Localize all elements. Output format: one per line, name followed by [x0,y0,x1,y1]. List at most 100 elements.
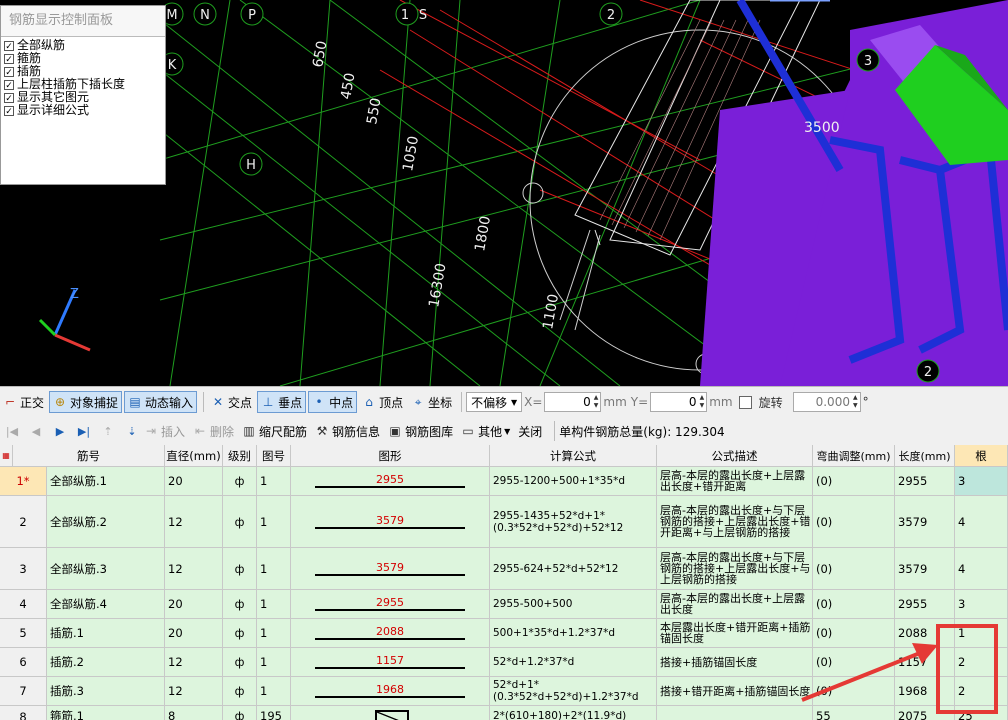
figure-number-cell[interactable]: 1 [257,648,291,677]
checkbox-checked-icon[interactable]: ✓ [4,92,14,104]
header-length[interactable]: 长度(mm) [895,445,955,467]
diameter-cell[interactable]: 12 [165,677,223,706]
count-cell[interactable]: 4 [955,548,1008,590]
x-offset-input[interactable]: 0 ▲ ▼ [544,392,602,412]
diameter-cell[interactable]: 12 [165,496,223,548]
bend-adjust-cell[interactable]: (0) [813,648,895,677]
rotate-checkbox[interactable] [738,395,752,409]
length-cell[interactable]: 3579 [895,496,955,548]
header-grade[interactable]: 级别 [223,445,257,467]
row-index[interactable]: 1* [0,467,47,496]
header-formula[interactable]: 计算公式 [490,445,657,467]
description-cell[interactable]: 层高-本层的露出长度+上层露出长度 [657,590,813,619]
count-cell[interactable]: 3 [955,467,1008,496]
intersection-snap-button[interactable]: ✕ 交点 [208,391,255,413]
diameter-cell[interactable]: 12 [165,648,223,677]
diameter-cell[interactable]: 12 [165,548,223,590]
close-button[interactable]: 关闭 [518,423,542,440]
spinner-icon[interactable]: ▲ ▼ [700,394,705,410]
shape-cell[interactable]: 2955 [291,590,490,619]
other-menu-button[interactable]: ▭ 其他 ▼ [461,423,510,440]
figure-number-cell[interactable]: 1 [257,467,291,496]
bar-number-cell[interactable]: 全部纵筋.1 [47,467,165,496]
row-index[interactable]: 5 [0,619,47,648]
midpoint-snap-button[interactable]: • 中点 [308,391,358,413]
grade-cell[interactable]: ф [223,590,257,619]
description-cell[interactable]: 本层露出长度+错开距离+插筋锚固长度 [657,619,813,648]
checkbox-checked-icon[interactable]: ✓ [4,66,14,78]
length-cell[interactable]: 2955 [895,467,955,496]
header-shape[interactable]: 图形 [291,445,490,467]
bend-adjust-cell[interactable]: (0) [813,677,895,706]
figure-number-cell[interactable]: 195 [257,706,291,720]
row-index[interactable]: 6 [0,648,47,677]
rebar-library-button[interactable]: ▣ 钢筋图库 [388,423,453,440]
row-index[interactable]: 7 [0,677,47,706]
checkbox-checked-icon[interactable]: ✓ [4,40,14,52]
delete-button[interactable]: ⇤ 删除 [193,423,234,440]
3d-viewport[interactable]: M N P 1 S 2 H 3 2 K 650 450 550 1050 180… [0,0,1008,386]
shape-cell[interactable] [291,706,490,720]
description-cell[interactable]: 层高-本层的露出长度+与下层钢筋的搭接+上层露出长度+与上层钢筋的搭接 [657,548,813,590]
ortho-button[interactable]: ⌐ 正交 [0,391,47,413]
row-index[interactable]: 2 [0,496,47,548]
header-bar-number[interactable]: 筋号 [13,445,165,467]
first-record-icon[interactable]: |◀ [5,425,19,438]
bar-number-cell[interactable]: 全部纵筋.4 [47,590,165,619]
header-figure-number[interactable]: 图号 [257,445,291,467]
header-diameter[interactable]: 直径(mm) [165,445,223,467]
bend-adjust-cell[interactable]: 55 [813,706,895,720]
formula-cell[interactable]: 2955-1435+52*d+1*(0.3*52*d+52*d)+52*12 [490,496,657,548]
grade-cell[interactable]: ф [223,677,257,706]
shape-cell[interactable]: 2955 [291,467,490,496]
header-description[interactable]: 公式描述 [657,445,813,467]
bar-number-cell[interactable]: 全部纵筋.3 [47,548,165,590]
rebar-info-button[interactable]: ⚒ 钢筋信息 [315,423,380,440]
figure-number-cell[interactable]: 1 [257,548,291,590]
header-bend-adjust[interactable]: 弯曲调整(mm) [813,445,895,467]
count-cell[interactable]: 4 [955,496,1008,548]
diameter-cell[interactable]: 20 [165,590,223,619]
figure-number-cell[interactable]: 1 [257,590,291,619]
description-cell[interactable]: 层高-本层的露出长度+上层露出长度+错开距离 [657,467,813,496]
bar-number-cell[interactable]: 插筋.3 [47,677,165,706]
formula-cell[interactable]: 52*d+1*(0.3*52*d+52*d)+1.2*37*d [490,677,657,706]
grade-cell[interactable]: ф [223,648,257,677]
checkbox-checked-icon[interactable]: ✓ [4,79,14,91]
perpendicular-snap-button[interactable]: ⊥ 垂点 [257,391,307,413]
description-cell[interactable]: 搭接+插筋锚固长度 [657,648,813,677]
move-down-icon[interactable]: ⇣ [125,425,139,438]
grade-cell[interactable]: ф [223,706,257,720]
bend-adjust-cell[interactable]: (0) [813,496,895,548]
bar-number-cell[interactable]: 插筋.2 [47,648,165,677]
row-index[interactable]: 4 [0,590,47,619]
scale-rebar-button[interactable]: ▥ 缩尺配筋 [242,423,307,440]
diameter-cell[interactable]: 20 [165,619,223,648]
object-snap-button[interactable]: ⊕ 对象捕捉 [49,391,123,413]
bar-number-cell[interactable]: 箍筋.1 [47,706,165,720]
insert-button[interactable]: ⇥ 插入 [144,423,185,440]
figure-number-cell[interactable]: 1 [257,619,291,648]
vertex-snap-button[interactable]: ⌂ 顶点 [359,391,406,413]
count-cell[interactable]: 3 [955,590,1008,619]
checkbox-checked-icon[interactable]: ✓ [4,105,14,117]
shape-cell[interactable]: 2088 [291,619,490,648]
option-show-detailed-formula[interactable]: ✓ 显示详细公式 [1,104,165,117]
formula-cell[interactable]: 2955-500+500 [490,590,657,619]
bend-adjust-cell[interactable]: (0) [813,619,895,648]
description-cell[interactable]: 层高-本层的露出长度+与下层钢筋的搭接+上层露出长度+错开距离+与上层钢筋的搭接 [657,496,813,548]
y-offset-input[interactable]: 0 ▲ ▼ [650,392,708,412]
grade-cell[interactable]: ф [223,619,257,648]
bend-adjust-cell[interactable]: (0) [813,467,895,496]
move-up-icon[interactable]: ⇡ [101,425,115,438]
shape-cell[interactable]: 1157 [291,648,490,677]
diameter-cell[interactable]: 20 [165,467,223,496]
grade-cell[interactable]: ф [223,496,257,548]
header-count[interactable]: 根 [955,445,1008,467]
dynamic-input-button[interactable]: ▤ 动态输入 [124,391,198,413]
spinner-icon[interactable]: ▲ ▼ [594,394,599,410]
grade-cell[interactable]: ф [223,548,257,590]
formula-cell[interactable]: 2*(610+180)+2*(11.9*d) [490,706,657,720]
bar-number-cell[interactable]: 全部纵筋.2 [47,496,165,548]
formula-cell[interactable]: 2955-1200+500+1*35*d [490,467,657,496]
